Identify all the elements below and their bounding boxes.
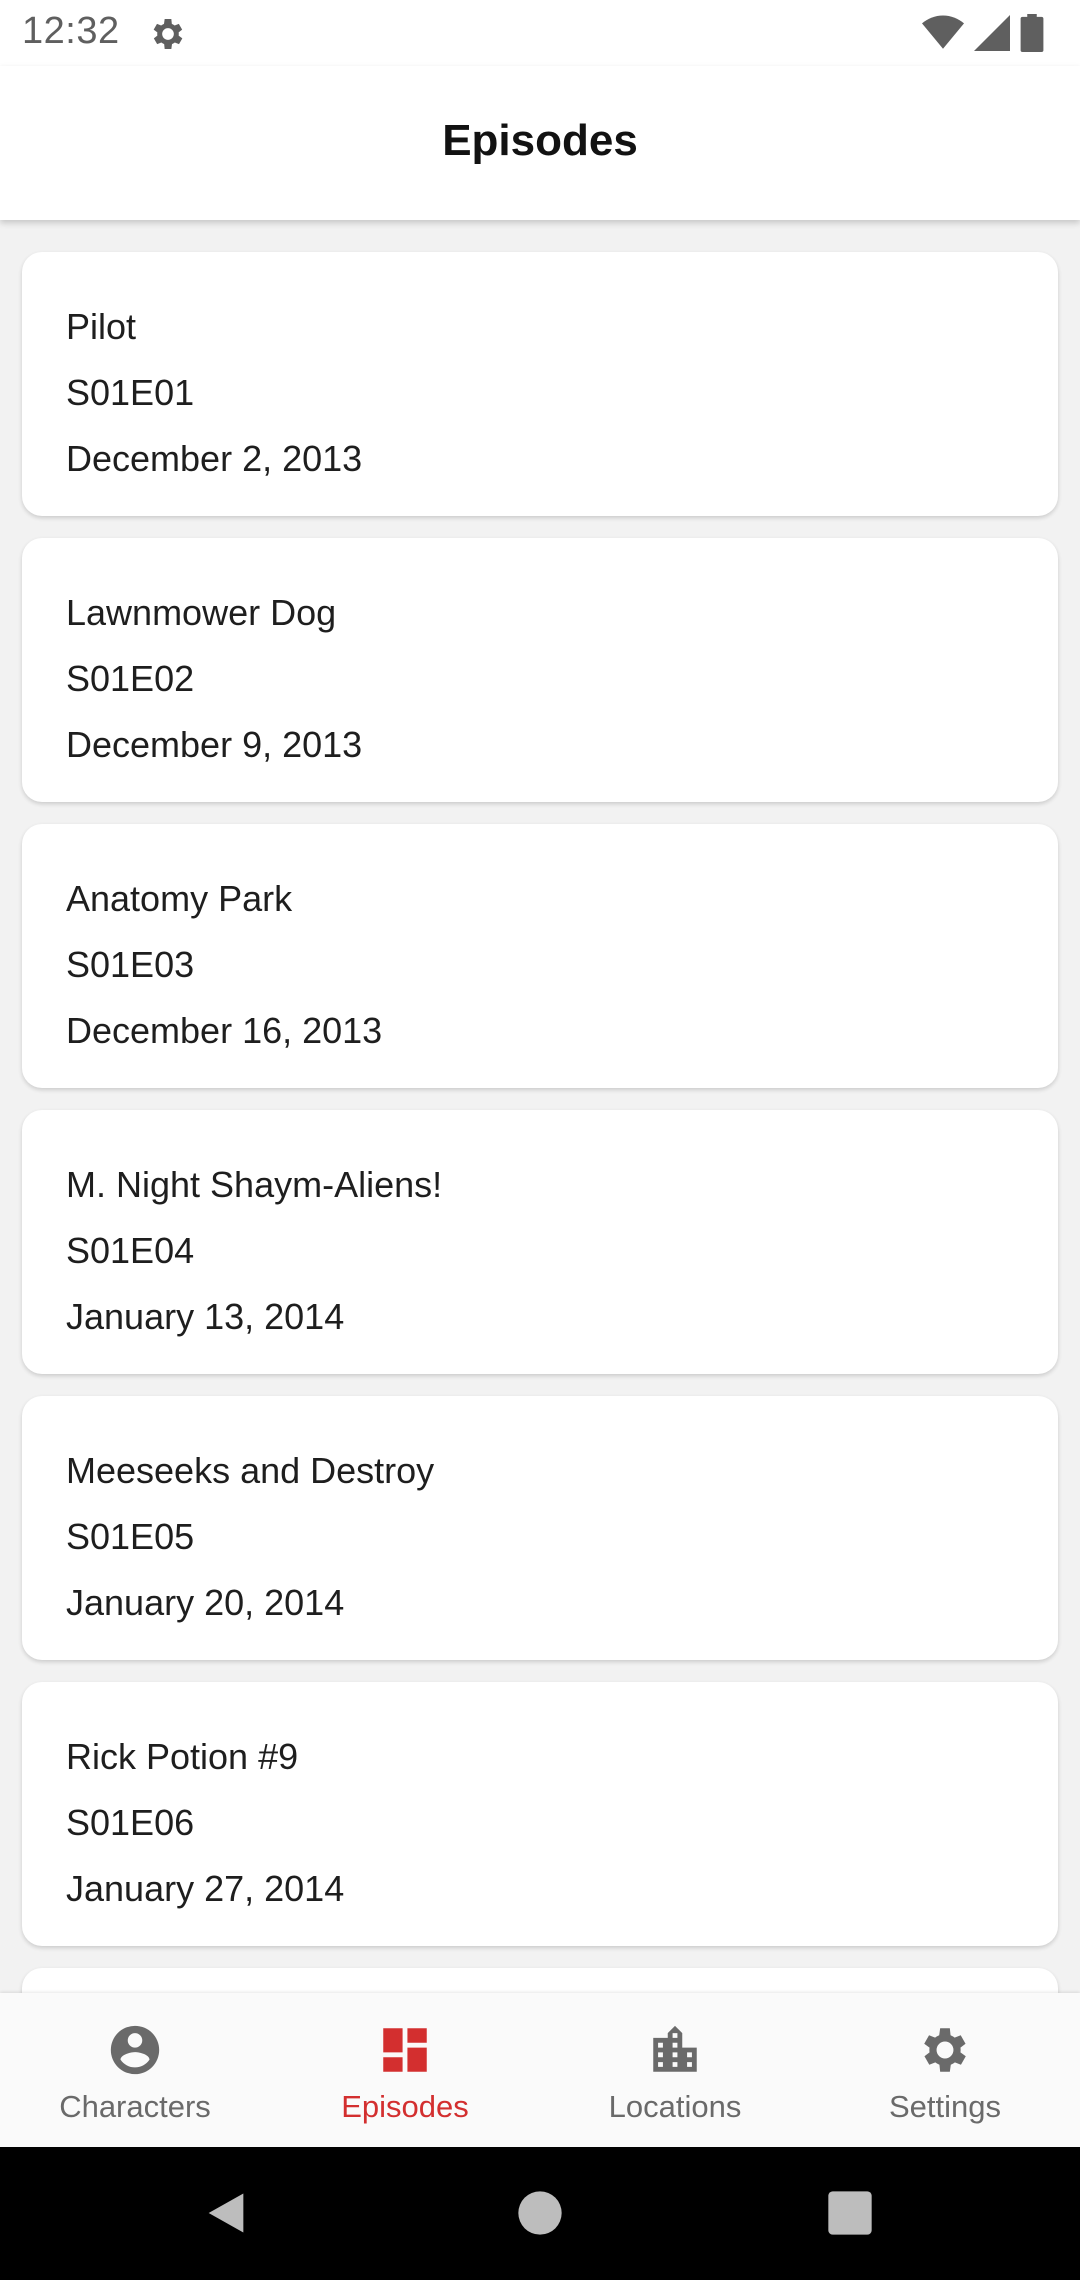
episode-name: Meeseeks and Destroy [66,1450,435,1491]
episode-name: Rick Potion #9 [66,1736,299,1777]
home-icon[interactable] [514,2187,566,2239]
episode-code: S01E03 [66,944,195,985]
episode-card-partial[interactable] [22,1968,1058,1993]
episode-code: S01E06 [66,1802,195,1843]
episode-air-date: December 16, 2013 [66,1010,383,1051]
nav-item-episodes[interactable]: Episodes [270,1993,540,2147]
nav-item-settings[interactable]: Settings [810,1993,1080,2147]
status-time: 12:32 [22,10,120,52]
dashboard-icon [383,2028,427,2072]
nav-label-settings: Settings [888,2089,1001,2124]
app-bar: Episodes [0,66,1080,220]
bottom-navigation: Characters Episodes Locations Settings [0,1993,1080,2147]
episode-card[interactable]: Rick Potion #9 S01E06 January 27, 2014 [22,1682,1058,1946]
battery-icon [1020,14,1044,52]
nav-item-characters[interactable]: Characters [0,1993,270,2147]
episode-code: S01E04 [66,1230,195,1271]
nav-label-episodes: Episodes [341,2089,469,2124]
episode-list[interactable]: Pilot S01E01 December 2, 2013 Lawnmower … [0,220,1080,1993]
system-navigation-bar [0,2147,1080,2280]
account-circle-icon [110,2025,160,2075]
episode-air-date: January 13, 2014 [66,1296,345,1337]
nav-label-locations: Locations [608,2089,742,2124]
episode-air-date: January 20, 2014 [66,1582,345,1623]
episode-code: S01E02 [66,658,195,699]
recents-icon[interactable] [824,2187,876,2239]
episode-card[interactable]: Pilot S01E01 December 2, 2013 [22,252,1058,516]
episode-name: M. Night Shaym-Aliens! [66,1164,443,1205]
episode-card[interactable]: Meeseeks and Destroy S01E05 January 20, … [22,1396,1058,1660]
page-title: Episodes [442,116,638,165]
episode-card[interactable]: M. Night Shaym-Aliens! S01E04 January 13… [22,1110,1058,1374]
settings-notification-icon [153,19,183,49]
back-icon[interactable] [200,2187,252,2239]
episode-air-date: December 9, 2013 [66,724,363,765]
gear-icon [924,2028,966,2072]
wifi-icon [922,15,964,49]
episode-name: Lawnmower Dog [66,592,337,633]
episode-code: S01E01 [66,372,195,413]
episode-code: S01E05 [66,1516,195,1557]
city-icon [653,2025,697,2072]
nav-item-locations[interactable]: Locations [540,1993,810,2147]
episode-card[interactable]: Anatomy Park S01E03 December 16, 2013 [22,824,1058,1088]
episode-card[interactable]: Lawnmower Dog S01E02 December 9, 2013 [22,538,1058,802]
status-bar: 12:32 [0,0,1080,66]
cellular-signal-icon [974,15,1010,51]
episode-name: Anatomy Park [66,878,293,919]
episode-air-date: December 2, 2013 [66,438,363,479]
episode-air-date: January 27, 2014 [66,1868,345,1909]
status-icons [922,12,1044,54]
episode-name: Pilot [66,306,137,347]
nav-label-characters: Characters [59,2089,211,2124]
